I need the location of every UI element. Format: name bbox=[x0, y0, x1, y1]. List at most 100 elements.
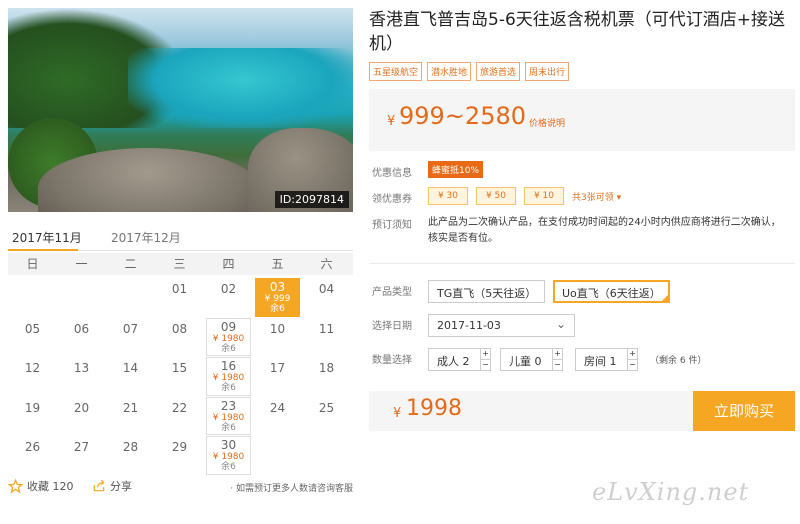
calendar-day-number: 21 bbox=[122, 400, 139, 415]
calendar-empty-cell bbox=[106, 278, 155, 318]
calendar-day[interactable]: 03 ¥ 999 余6 bbox=[253, 278, 302, 318]
calendar-day-price: ¥ 1980 bbox=[212, 452, 245, 462]
calendar-day-price-box[interactable]: 16 ¥ 1980 余6 bbox=[206, 357, 251, 396]
calendar-day-price-box[interactable]: 23 ¥ 1980 余6 bbox=[206, 396, 251, 435]
product-type-label: 产品类型 bbox=[372, 287, 412, 298]
checkout-bar: ¥ 1998 立即购买 bbox=[369, 391, 795, 431]
coupon-10[interactable]: ¥ 10 bbox=[524, 187, 564, 205]
tab-month-dec[interactable]: 2017年12月 bbox=[111, 229, 181, 246]
calendar-day: 02 bbox=[204, 278, 253, 318]
total-price: 1998 bbox=[406, 396, 462, 421]
calendar-day-number: 23 bbox=[220, 398, 237, 413]
minus-icon[interactable]: − bbox=[481, 359, 490, 369]
plus-icon[interactable]: + bbox=[628, 349, 637, 359]
calendar-day-number: 02 bbox=[220, 282, 237, 296]
calendar-day-price-box[interactable]: 03 ¥ 999 余6 bbox=[255, 278, 300, 317]
plus-icon[interactable]: + bbox=[481, 349, 490, 359]
calendar-day-number: 27 bbox=[73, 440, 90, 454]
active-tab-indicator bbox=[8, 249, 78, 251]
calendar-day-number: 25 bbox=[318, 400, 335, 415]
coupon-50[interactable]: ¥ 50 bbox=[476, 187, 516, 205]
price-range: 999~2580 bbox=[399, 102, 526, 130]
date-row: 选择日期 2017-11-03 ⌄ bbox=[369, 312, 795, 346]
coupon-row: 领优惠券 ¥ 30 ¥ 50 ¥ 10 共3张可领 ▾ bbox=[369, 185, 795, 211]
calendar-day-stock: 余6 bbox=[221, 343, 236, 354]
calendar-day-number: 03 bbox=[269, 280, 286, 294]
calendar-day-stock: 余6 bbox=[221, 383, 236, 393]
calendar-day-number: 06 bbox=[73, 321, 90, 336]
calendar-day-number: 09 bbox=[220, 319, 237, 334]
calendar-day-price: ¥ 1980 bbox=[212, 333, 245, 344]
minus-icon[interactable]: − bbox=[553, 359, 562, 369]
product-tag: 五星级航空 bbox=[369, 62, 423, 81]
type-option-uo[interactable]: Uo直飞（6天往返） bbox=[553, 280, 670, 303]
product-tag: 周末出行 bbox=[525, 62, 570, 81]
total-currency: ¥ bbox=[393, 406, 402, 421]
calendar-empty-cell bbox=[8, 278, 57, 318]
calendar-day-number: 28 bbox=[122, 440, 139, 454]
calendar-day-number: 01 bbox=[171, 282, 188, 296]
calendar-day-price: ¥ 999 bbox=[264, 294, 291, 304]
calendar-day-price: ¥ 1980 bbox=[212, 373, 245, 383]
calendar-day: 27 bbox=[57, 436, 106, 476]
weekday-label: 日 bbox=[26, 257, 39, 271]
child-stepper[interactable]: 儿童 0 + − bbox=[500, 348, 563, 371]
weekday-label: 六 bbox=[320, 257, 333, 271]
buy-now-button[interactable]: 立即购买 bbox=[693, 391, 795, 431]
price-currency: ¥ bbox=[387, 114, 396, 129]
calendar-day-price-box[interactable]: 09 ¥ 1980 余6 bbox=[206, 317, 251, 356]
product-tag: 旅游首选 bbox=[476, 62, 521, 81]
promo-badge: 蜂蜜抵10% bbox=[428, 161, 484, 178]
calendar-day-number: 04 bbox=[318, 282, 335, 296]
calendar-day-stock: 余6 bbox=[221, 462, 236, 472]
type-option-tg[interactable]: TG直飞（5天往返） bbox=[428, 280, 546, 303]
calendar-day: 17 bbox=[253, 357, 302, 397]
calendar-day-number: 19 bbox=[24, 400, 41, 415]
adult-stepper[interactable]: 成人 2 + − bbox=[428, 348, 491, 371]
plus-icon[interactable]: + bbox=[553, 349, 562, 359]
share-button[interactable]: 分享 bbox=[92, 478, 132, 494]
calendar-day-number: 10 bbox=[269, 321, 286, 336]
calendar-empty-cell bbox=[57, 278, 106, 318]
coupon-30[interactable]: ¥ 30 bbox=[428, 187, 468, 205]
calendar-day: 05 bbox=[8, 318, 57, 358]
weekday-label: 五 bbox=[271, 257, 284, 271]
favorite-button[interactable]: 收藏 120 bbox=[8, 478, 74, 494]
calendar-day: 29 bbox=[155, 436, 204, 476]
product-photo[interactable]: ID:2097814 bbox=[8, 8, 353, 212]
product-type-row: 产品类型 TG直飞（5天往返） Uo直飞（6天往返） bbox=[369, 278, 795, 312]
calendar-day-number: 17 bbox=[269, 361, 286, 375]
calendar-day-number: 12 bbox=[24, 361, 41, 375]
consult-service-link[interactable]: · 如需预订更多人数请咨询客服 bbox=[230, 481, 353, 494]
divider bbox=[369, 263, 795, 264]
minus-icon[interactable]: − bbox=[628, 359, 637, 369]
calendar-day[interactable]: 30 ¥ 1980 余6 bbox=[204, 436, 253, 476]
calendar-weekday-header: 日 一 二 三 四 五 六 bbox=[8, 253, 353, 275]
calendar-day: 18 bbox=[302, 357, 351, 397]
calendar-day: 08 bbox=[155, 318, 204, 358]
quantity-row: 数量选择 成人 2 + − 儿童 0 + − 房间 1 + − （剩余 6 件） bbox=[369, 346, 795, 380]
calendar-day-price-box[interactable]: 30 ¥ 1980 余6 bbox=[206, 436, 251, 475]
site-watermark: eLvXing.net bbox=[592, 478, 750, 506]
calendar-day-number: 07 bbox=[122, 321, 139, 336]
calendar-day[interactable]: 16 ¥ 1980 余6 bbox=[204, 357, 253, 397]
weekday-label: 一 bbox=[75, 257, 88, 271]
calendar-day[interactable]: 23 ¥ 1980 余6 bbox=[204, 396, 253, 437]
calendar-day: 14 bbox=[106, 357, 155, 397]
tab-month-nov[interactable]: 2017年11月 bbox=[12, 229, 82, 246]
promo-label: 优惠信息 bbox=[372, 168, 412, 179]
child-count: 儿童 0 bbox=[509, 355, 542, 368]
price-explanation-link[interactable]: 价格说明 bbox=[529, 116, 565, 129]
weekday-label: 二 bbox=[124, 257, 137, 271]
photo-id-label: ID:2097814 bbox=[274, 191, 349, 208]
calendar-day-number: 22 bbox=[171, 400, 188, 415]
calendar-day[interactable]: 09 ¥ 1980 余6 bbox=[204, 317, 253, 358]
date-select[interactable]: 2017-11-03 ⌄ bbox=[428, 314, 575, 337]
room-stepper[interactable]: 房间 1 + − bbox=[575, 348, 638, 371]
calendar-day-stock: 余6 bbox=[221, 422, 236, 433]
remaining-stock: （剩余 6 件） bbox=[650, 356, 707, 366]
product-tag: 潜水胜地 bbox=[427, 62, 472, 81]
selected-corner-mark bbox=[660, 294, 669, 302]
calendar-day-number: 29 bbox=[171, 440, 188, 454]
more-coupons-link[interactable]: 共3张可领 ▾ bbox=[572, 190, 621, 203]
